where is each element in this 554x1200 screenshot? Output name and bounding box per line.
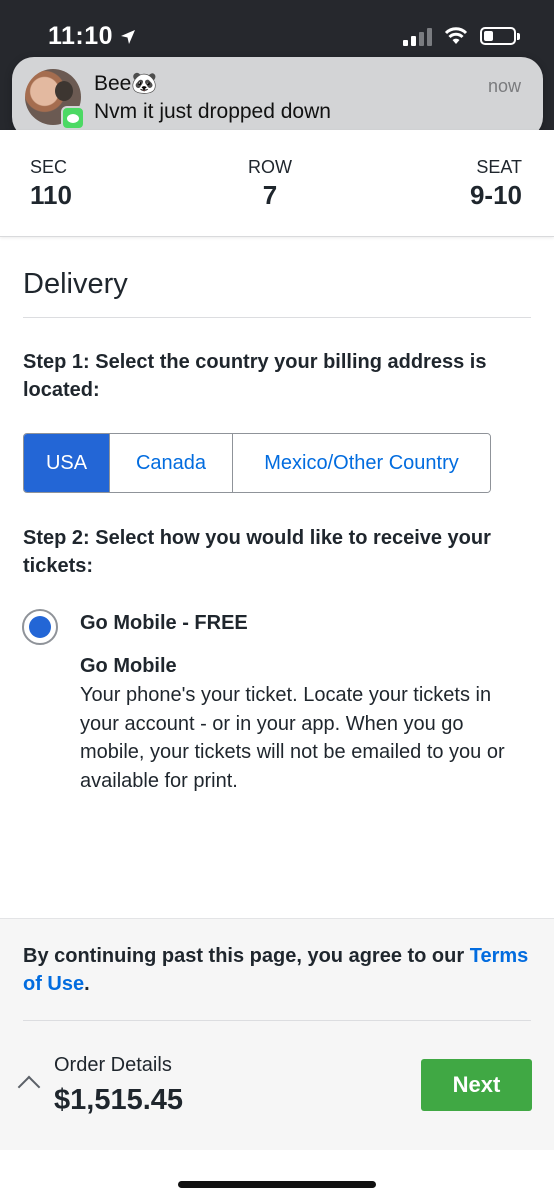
terms-suffix: . (84, 973, 90, 995)
order-details-label[interactable]: Order Details (54, 1054, 172, 1077)
wifi-icon (444, 27, 468, 44)
go-mobile-option-label[interactable]: Go Mobile - FREE (80, 612, 248, 635)
country-usa-button[interactable]: USA (24, 434, 110, 492)
messages-icon (61, 106, 85, 130)
go-mobile-heading: Go Mobile (80, 655, 177, 677)
battery-low-icon (480, 27, 520, 45)
country-canada-button[interactable]: Canada (110, 434, 233, 492)
seat-info: SEC 110 ROW 7 SEAT 9-10 (0, 130, 554, 237)
seat-info-col: SEAT 9-10 (470, 157, 522, 211)
row-label: ROW (248, 157, 292, 177)
seat-value: 9-10 (469, 180, 522, 210)
go-mobile-radio[interactable] (22, 609, 58, 645)
radio-selected-dot (29, 616, 51, 638)
status-icons (403, 26, 520, 46)
notification-time: now (487, 76, 521, 96)
delivery-title: Delivery (23, 268, 128, 300)
status-time-text: 11:10 (48, 22, 114, 50)
terms-prefix: By continuing past this page, you agree … (23, 945, 470, 967)
go-mobile-description: Your phone's your ticket. Locate your ti… (80, 684, 505, 792)
notification-message: Nvm it just dropped down (94, 100, 331, 123)
step2-instruction: Step 2: Select how you would like to rec… (23, 527, 491, 577)
section-label: SEC (30, 157, 68, 177)
country-mexico-other-button[interactable]: Mexico/Other Country (233, 434, 490, 492)
status-time: 11:10 (48, 22, 137, 51)
home-bar-area (0, 1150, 554, 1200)
step1-instruction: Step 1: Select the country your billing … (23, 351, 487, 401)
divider (23, 1020, 531, 1021)
row-info: ROW 7 (248, 157, 292, 211)
row-value: 7 (262, 180, 278, 210)
order-total: $1,515.45 (54, 1084, 184, 1116)
message-notification[interactable]: Bee🐼 Nvm it just dropped down now (12, 57, 543, 139)
notification-sender: Bee🐼 (94, 72, 158, 95)
section-value: 110 (30, 180, 72, 210)
divider (23, 317, 531, 318)
cellular-signal-icon (403, 26, 432, 46)
terms-notice: By continuing past this page, you agree … (23, 942, 538, 998)
country-selector: USA Canada Mexico/Other Country (23, 433, 491, 493)
section-info: SEC 110 (30, 157, 72, 211)
seat-label: SEAT (476, 157, 522, 177)
next-button[interactable]: Next (421, 1059, 532, 1111)
location-arrow-icon (121, 29, 136, 44)
home-indicator[interactable] (178, 1181, 376, 1188)
